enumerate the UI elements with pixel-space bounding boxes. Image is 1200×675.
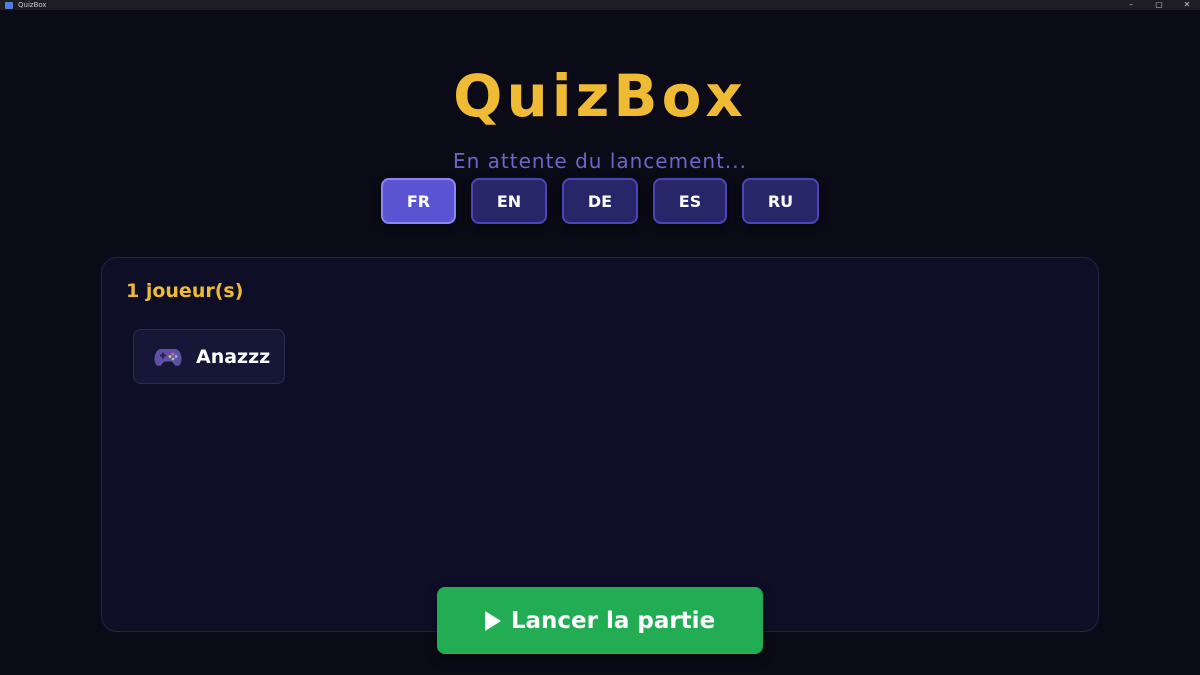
language-button-en[interactable]: EN (471, 178, 547, 224)
player-chip: Anazzz (133, 329, 285, 384)
start-game-button[interactable]: Lancer la partie (437, 587, 763, 654)
play-icon (484, 610, 501, 631)
gamepad-icon (154, 346, 182, 368)
minimize-button[interactable]: – (1124, 0, 1138, 10)
window-controls: – ▢ ✕ (1124, 0, 1194, 10)
start-game-label: Lancer la partie (510, 607, 716, 634)
close-button[interactable]: ✕ (1180, 0, 1194, 10)
players-panel: 1 joueur(s) Anazzz (101, 257, 1099, 632)
maximize-button[interactable]: ▢ (1152, 0, 1166, 10)
app-icon (5, 1, 13, 9)
status-text: En attente du lancement... (453, 149, 747, 173)
lobby-screen: QuizBox En attente du lancement... FR EN… (0, 10, 1200, 675)
language-selector: FR EN DE ES RU (0, 178, 1200, 226)
app-logo: QuizBox (453, 62, 747, 130)
language-button-es[interactable]: ES (653, 178, 727, 224)
player-name: Anazzz (196, 345, 271, 368)
window-titlebar: QuizBox – ▢ ✕ (0, 0, 1200, 10)
language-button-ru[interactable]: RU (742, 178, 819, 224)
language-button-de[interactable]: DE (562, 178, 638, 224)
window-title: QuizBox (18, 1, 47, 9)
language-button-fr[interactable]: FR (381, 178, 456, 224)
players-count: 1 joueur(s) (126, 280, 244, 302)
